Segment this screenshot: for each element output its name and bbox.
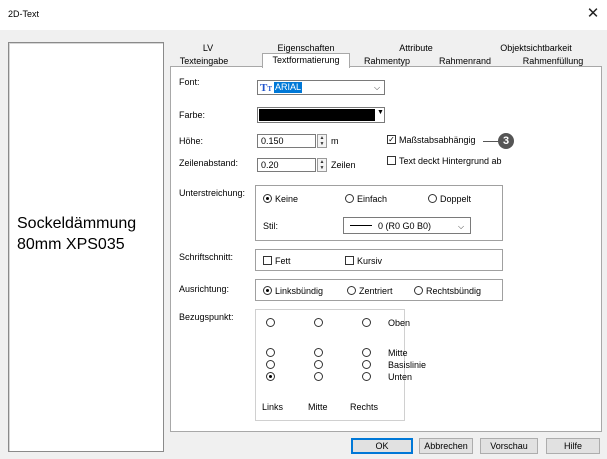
truetype-font-icon: TT <box>260 82 273 94</box>
zeilenabstand-spinner[interactable]: ▲ ▼ <box>317 158 327 172</box>
radio-einfach-label: Einfach <box>357 194 388 204</box>
radio-rechtsbuendig[interactable] <box>414 286 423 295</box>
title-bar: 2D-Text ✕ <box>0 0 607 30</box>
hoehe-unit: m <box>331 136 339 146</box>
radio-doppelt[interactable] <box>428 194 437 203</box>
hoehe-input[interactable]: 0.150 <box>257 134 316 148</box>
callout-line <box>483 141 499 142</box>
vorschau-button[interactable]: Vorschau <box>480 438 538 454</box>
bezugspunkt-grid: Oben Mitte Basislinie Unten Links Mitte … <box>255 309 426 421</box>
radio-zentriert-label: Zentriert <box>359 286 393 296</box>
radio-keine[interactable] <box>263 194 272 203</box>
farbe-label: Farbe: <box>179 110 206 120</box>
hoehe-spinner[interactable]: ▲ ▼ <box>317 134 327 148</box>
col-label-mitte: Mitte <box>308 402 328 412</box>
radio-linksbuendig[interactable] <box>263 286 272 295</box>
triangle-down-icon: ▼ <box>377 109 384 116</box>
font-value: ARIAL <box>274 82 303 93</box>
kursiv-label: Kursiv <box>357 256 383 266</box>
tab-objektsichtbarkeit[interactable]: Objektsichtbarkeit <box>486 42 586 54</box>
chevron-down-icon: ⌵ <box>458 222 465 231</box>
radio-oben-links[interactable] <box>266 318 275 327</box>
radio-linksbuendig-label: Linksbündig <box>275 286 324 296</box>
fett-checkbox[interactable] <box>263 256 272 265</box>
callout-badge: 3 <box>498 133 514 149</box>
spin-down-icon[interactable]: ▼ <box>318 165 326 171</box>
ok-button[interactable]: OK <box>351 438 413 454</box>
massstab-label: Maßstabsabhängig <box>399 135 476 145</box>
bezugspunkt-label: Bezugspunkt: <box>179 312 234 322</box>
radio-oben-rechts[interactable] <box>362 318 371 327</box>
color-swatch <box>259 109 375 121</box>
radio-oben-mitte[interactable] <box>314 318 323 327</box>
row-label-basislinie: Basislinie <box>388 360 427 370</box>
window-title: 2D-Text <box>8 9 40 19</box>
schriftschnitt-group: Fett Kursiv <box>255 249 503 271</box>
zeilenabstand-unit: Zeilen <box>331 160 356 170</box>
zeilenabstand-label: Zeilenabstand: <box>179 158 239 168</box>
radio-doppelt-label: Doppelt <box>440 194 472 204</box>
radio-unten-links[interactable] <box>266 372 275 381</box>
radio-basislinie-rechts[interactable] <box>362 360 371 369</box>
radio-unten-mitte[interactable] <box>314 372 323 381</box>
font-label: Font: <box>179 77 200 87</box>
radio-mitte-mitte[interactable] <box>314 348 323 357</box>
row-label-unten: Unten <box>388 372 413 382</box>
tab-textformatierung[interactable]: Textformatierung <box>262 53 350 68</box>
close-icon[interactable]: ✕ <box>584 5 602 23</box>
col-label-links: Links <box>262 402 284 412</box>
abbrechen-button[interactable]: Abbrechen <box>419 438 473 454</box>
radio-basislinie-links[interactable] <box>266 360 275 369</box>
preview-text: Sockeldämmung 80mm XPS035 <box>17 213 167 255</box>
tab-attribute[interactable]: Attribute <box>380 42 452 54</box>
stil-dropdown[interactable]: 0 (R0 G0 B0) ⌵ <box>343 217 471 234</box>
ausrichtung-group: Linksbündig Zentriert Rechtsbündig <box>255 279 503 301</box>
radio-keine-label: Keine <box>275 194 299 204</box>
textdeckt-label: Text deckt Hintergrund ab <box>399 156 502 166</box>
massstab-checkbox[interactable]: ✓ <box>387 135 396 144</box>
radio-mitte-rechts[interactable] <box>362 348 371 357</box>
chevron-down-icon: ⌵ <box>374 83 381 92</box>
tab-lv[interactable]: LV <box>176 42 240 54</box>
stil-label: Stil: <box>263 221 279 231</box>
text-preview: Sockeldämmung 80mm XPS035 <box>8 42 164 452</box>
font-dropdown[interactable]: TT ARIAL ⌵ <box>257 80 385 95</box>
radio-basislinie-mitte[interactable] <box>314 360 323 369</box>
color-dropdown[interactable]: ▼ <box>257 107 385 123</box>
stil-value: 0 (R0 G0 B0) <box>378 221 432 231</box>
radio-zentriert[interactable] <box>347 286 356 295</box>
radio-unten-rechts[interactable] <box>362 372 371 381</box>
unterstreichung-label: Unterstreichung: <box>179 188 246 198</box>
textdeckt-checkbox[interactable] <box>387 156 396 165</box>
row-label-oben: Oben <box>388 318 411 328</box>
row-label-mitte: Mitte <box>388 348 408 358</box>
textformatierung-panel: Font: TT ARIAL ⌵ Farbe: ▼ Höhe: 0.150 ▲ … <box>170 66 602 432</box>
ausrichtung-label: Ausrichtung: <box>179 284 230 294</box>
hilfe-button[interactable]: Hilfe <box>546 438 600 454</box>
preview-line-2: 80mm XPS035 <box>17 236 125 253</box>
radio-mitte-links[interactable] <box>266 348 275 357</box>
unterstreichung-group: Keine Einfach Doppelt Stil: 0 (R0 G0 B0)… <box>255 185 503 241</box>
radio-einfach[interactable] <box>345 194 354 203</box>
kursiv-checkbox[interactable] <box>345 256 354 265</box>
zeilenabstand-input[interactable]: 0.20 <box>257 158 316 172</box>
line-style-icon <box>350 225 372 226</box>
hoehe-label: Höhe: <box>179 136 204 146</box>
preview-line-1: Sockeldämmung <box>17 215 137 232</box>
spin-down-icon[interactable]: ▼ <box>318 141 326 147</box>
radio-rechtsbuendig-label: Rechtsbündig <box>426 286 482 296</box>
schriftschnitt-label: Schriftschnitt: <box>179 252 234 262</box>
col-label-rechts: Rechts <box>350 402 379 412</box>
fett-label: Fett <box>275 256 291 266</box>
